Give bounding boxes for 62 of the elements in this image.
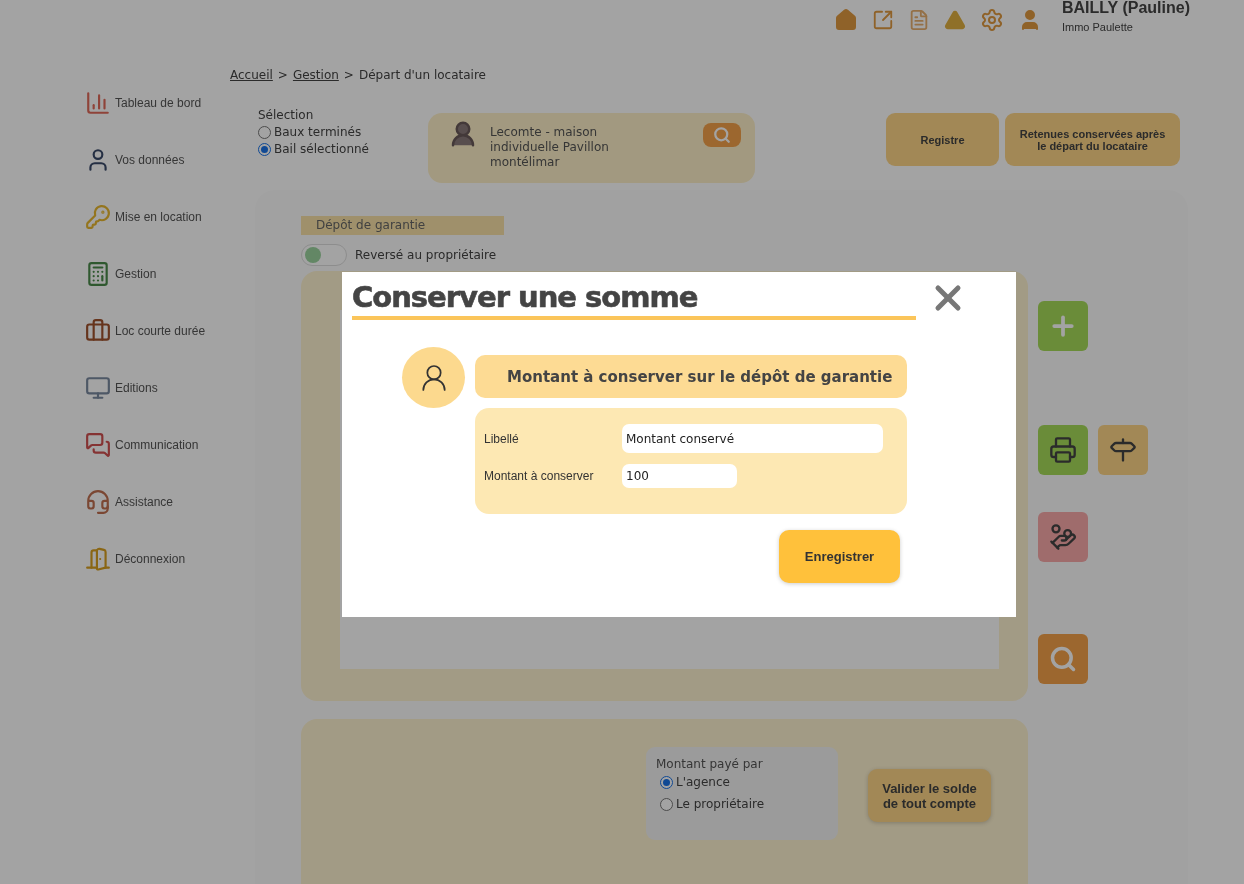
suitcase-icon — [85, 317, 111, 344]
payer-label: Montant payé par — [656, 757, 764, 771]
radio-button[interactable] — [660, 797, 673, 811]
radio-option[interactable]: Baux terminés — [258, 125, 428, 139]
section-header: Dépôt de garantie — [301, 216, 504, 235]
user-name: BAILLY (Pauline) — [1061, 0, 1190, 17]
door-icon — [85, 545, 111, 572]
external-link-icon[interactable] — [871, 9, 894, 31]
field-label: Montant à conserver — [484, 469, 595, 483]
signpost-icon — [1109, 436, 1137, 464]
radio-button[interactable] — [258, 125, 271, 139]
register-button[interactable]: Registre — [886, 113, 999, 166]
search-button[interactable] — [703, 123, 741, 147]
sidebar-item[interactable]: Déconnexion — [85, 530, 230, 587]
input-field[interactable]: Montant conservé — [622, 424, 883, 453]
modal-title: Conserver une somme — [352, 278, 916, 320]
radio-button[interactable] — [258, 142, 271, 156]
print-button[interactable] — [1038, 425, 1088, 475]
retained-sums-button[interactable]: Retenues conservées après le départ du locataire — [1005, 113, 1180, 166]
signpost-button[interactable] — [1098, 425, 1148, 475]
hand-coins-button[interactable] — [1038, 512, 1088, 562]
breadcrumb-link[interactable]: Accueil — [230, 68, 273, 82]
save-button[interactable]: Enregistrer — [779, 530, 900, 583]
sidebar-item[interactable]: Assistance — [85, 473, 230, 530]
section-title: Montant à conserver sur le dépôt de garantie — [475, 355, 907, 398]
toggle-switch[interactable] — [301, 244, 347, 266]
radio-option[interactable]: Le propriétaire — [660, 797, 828, 811]
sidebar-item[interactable]: Loc courte durée — [85, 302, 230, 359]
sidebar-item[interactable]: Vos données — [85, 131, 230, 188]
add-button[interactable] — [1038, 301, 1088, 351]
sidebar-item[interactable]: Communication — [85, 416, 230, 473]
monitor-icon — [85, 374, 111, 401]
search-icon — [713, 126, 731, 144]
input-field[interactable]: 100 — [622, 464, 737, 488]
radio-option[interactable]: Bail sélectionné — [258, 142, 428, 156]
lease-text: Lecomte - maison individuelle Pavillon montélimar — [490, 125, 610, 170]
company-name: Immo Paulette — [1061, 21, 1134, 33]
search-icon — [1049, 645, 1077, 673]
home-icon[interactable] — [833, 8, 858, 32]
radio-option[interactable]: L'agence — [660, 775, 828, 789]
sidebar-item[interactable]: Gestion — [85, 245, 230, 302]
search-button[interactable] — [1038, 634, 1088, 684]
calculator-icon — [85, 260, 111, 287]
sidebar-item[interactable]: Tableau de bord — [85, 74, 230, 131]
breadcrumb-text: > — [277, 68, 288, 82]
toggle-label: Reversé au propriétaire — [355, 248, 497, 262]
breadcrumb-link[interactable]: Gestion — [292, 68, 339, 82]
hand-coins-icon — [1049, 523, 1077, 551]
settings-icon[interactable] — [979, 8, 1004, 32]
chart-icon — [85, 89, 111, 116]
chat-icon — [85, 431, 111, 458]
sidebar-item[interactable]: Editions — [85, 359, 230, 416]
breadcrumb-text: > — [343, 68, 354, 82]
headset-icon — [85, 488, 111, 515]
sidebar-item[interactable]: Mise en location — [85, 188, 230, 245]
radio-button[interactable] — [660, 775, 673, 789]
selection-label: Sélection — [258, 108, 315, 122]
field-label: Libellé — [484, 431, 520, 446]
printer-icon — [1049, 436, 1077, 464]
validate-button[interactable]: Valider le solde de tout compte — [868, 769, 991, 822]
breadcrumb-text: Départ d'un locataire — [358, 68, 486, 82]
key-icon — [85, 203, 111, 230]
